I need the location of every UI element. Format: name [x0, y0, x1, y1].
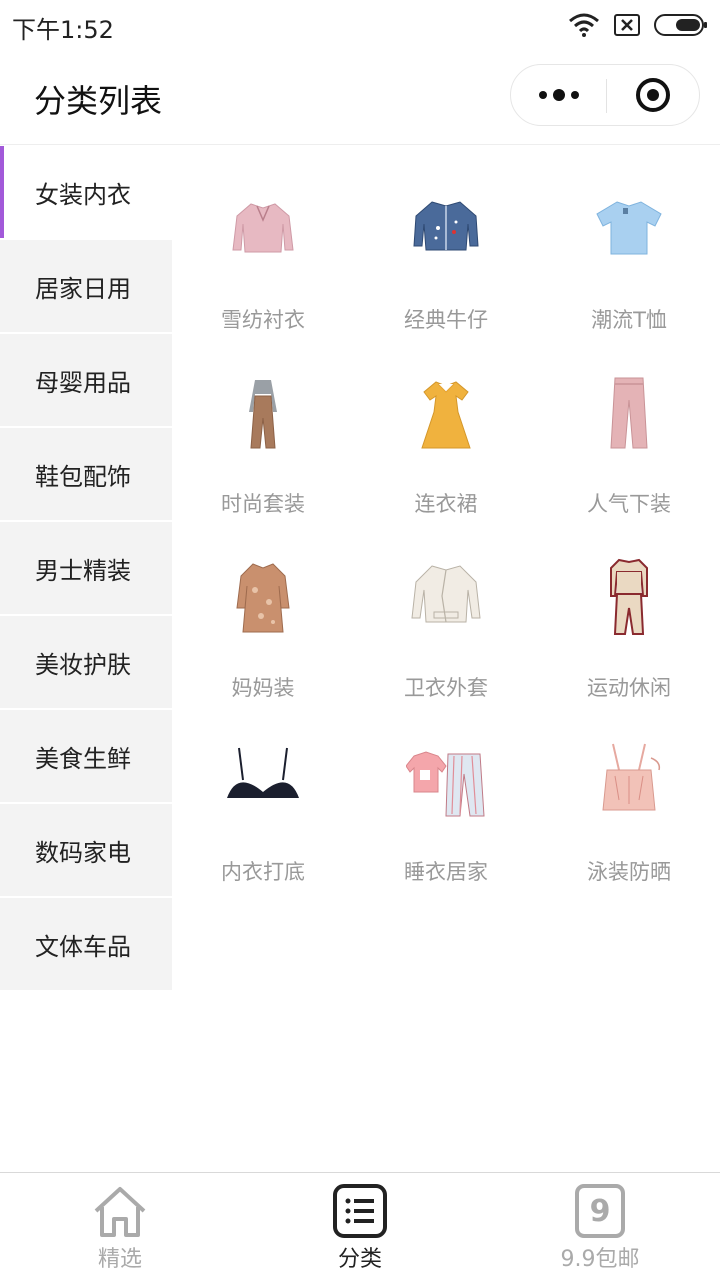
subcategory-label: 时尚套装 [221, 492, 305, 516]
sidebar-item-label: 女装内衣 [35, 180, 131, 209]
sidebar-item-mother-baby[interactable]: 母婴用品 [0, 334, 172, 426]
subcategory-label: 连衣裙 [414, 492, 478, 516]
sidebar-item-women-apparel[interactable]: 女装内衣 [0, 146, 172, 238]
sidebar-item-home-goods[interactable]: 居家日用 [0, 240, 172, 332]
sidebar-item-food[interactable]: 美食生鲜 [0, 710, 172, 802]
more-button[interactable] [511, 65, 606, 125]
subcategory-label: 人气下装 [587, 492, 671, 516]
sidebar-item-shoes-bags[interactable]: 鞋包配饰 [0, 428, 172, 520]
sidebar-item-beauty[interactable]: 美妆护肤 [0, 616, 172, 708]
sidebar-item-label: 鞋包配饰 [35, 462, 131, 491]
subcategory-item[interactable]: 雪纺衬衣 [172, 170, 354, 332]
tab-featured[interactable]: 精选 [0, 1173, 240, 1281]
subcategory-item[interactable]: 连衣裙 [355, 354, 537, 516]
tab-label: 精选 [97, 1247, 142, 1272]
subcategory-label: 潮流T恤 [591, 308, 667, 332]
subcategory-label: 雪纺衬衣 [221, 308, 305, 332]
pajamas-image [406, 751, 485, 817]
navigation-bar: 分类列表 [0, 50, 720, 145]
no-sim-icon [614, 14, 640, 36]
nine-icon-text: 9 [590, 1194, 611, 1229]
nine-icon: 9 [575, 1184, 625, 1238]
home-icon [94, 1187, 146, 1237]
status-time: 下午1:52 [12, 16, 114, 44]
mini-program-capsule [510, 64, 700, 126]
target-icon [636, 78, 670, 112]
jacket-image [411, 565, 481, 623]
status-bar: 下午1:52 [0, 0, 720, 50]
close-button[interactable] [607, 65, 699, 125]
subcategory-item[interactable]: 时尚套装 [172, 354, 354, 516]
subcategory-label: 睡衣居家 [404, 860, 488, 884]
pants-image [610, 377, 648, 449]
tab-nine-nine[interactable]: 9 9.9包邮 [480, 1173, 720, 1281]
tracksuit-image [610, 558, 648, 635]
tab-category[interactable]: 分类 [240, 1173, 480, 1281]
subcategory-item[interactable]: 内衣打底 [172, 722, 354, 884]
category-sidebar: 女装内衣 居家日用 母婴用品 鞋包配饰 男士精装 美妆护肤 美食生鲜 数码家电 … [0, 146, 172, 992]
subcategory-item[interactable]: 运动休闲 [538, 538, 720, 700]
subcategory-label: 妈妈装 [231, 676, 295, 700]
subcategory-item[interactable]: 妈妈装 [172, 538, 354, 700]
subcategory-label: 内衣打底 [221, 860, 305, 884]
sidebar-item-label: 男士精装 [35, 556, 131, 585]
subcategory-item[interactable]: 卫衣外套 [355, 538, 537, 700]
subcategory-label: 泳装防晒 [587, 860, 671, 884]
dress-image [421, 381, 471, 449]
outfit-set-image [249, 380, 277, 449]
sidebar-item-menswear[interactable]: 男士精装 [0, 522, 172, 614]
tab-label: 9.9包邮 [560, 1247, 640, 1272]
subcategory-item[interactable]: 经典牛仔 [355, 170, 537, 332]
sidebar-item-label: 母婴用品 [35, 368, 131, 397]
list-icon [333, 1184, 387, 1238]
wifi-icon [569, 13, 599, 37]
subcategory-label: 经典牛仔 [404, 308, 488, 332]
battery-icon [654, 14, 707, 36]
chiffon-blouse-image [232, 203, 294, 253]
subcategory-item[interactable]: 人气下装 [538, 354, 720, 516]
tshirt-image [596, 201, 662, 255]
bottom-tab-bar: 精选 分类 9 9.9包邮 [0, 1172, 720, 1280]
tab-label: 分类 [337, 1247, 382, 1272]
subcategory-item[interactable]: 泳装防晒 [538, 722, 720, 884]
sidebar-item-sports-auto[interactable]: 文体车品 [0, 898, 172, 990]
sidebar-item-label: 美食生鲜 [35, 744, 131, 773]
more-dots-icon [538, 89, 579, 101]
sidebar-item-electronics[interactable]: 数码家电 [0, 804, 172, 896]
sidebar-item-label: 居家日用 [35, 274, 131, 303]
denim-jacket-image [413, 201, 479, 251]
subcategory-item[interactable]: 睡衣居家 [355, 722, 537, 884]
subcategory-item[interactable]: 潮流T恤 [538, 170, 720, 332]
mother-dress-image [236, 563, 290, 633]
page-title: 分类列表 [34, 82, 163, 120]
subcategory-label: 运动休闲 [587, 676, 671, 700]
bra-image [227, 747, 299, 798]
subcategory-label: 卫衣外套 [404, 676, 488, 700]
sidebar-item-label: 美妆护肤 [35, 650, 131, 679]
swimsuit-image [602, 743, 661, 811]
sidebar-item-label: 文体车品 [35, 932, 131, 961]
sidebar-item-label: 数码家电 [35, 838, 131, 867]
status-icons [568, 10, 708, 40]
